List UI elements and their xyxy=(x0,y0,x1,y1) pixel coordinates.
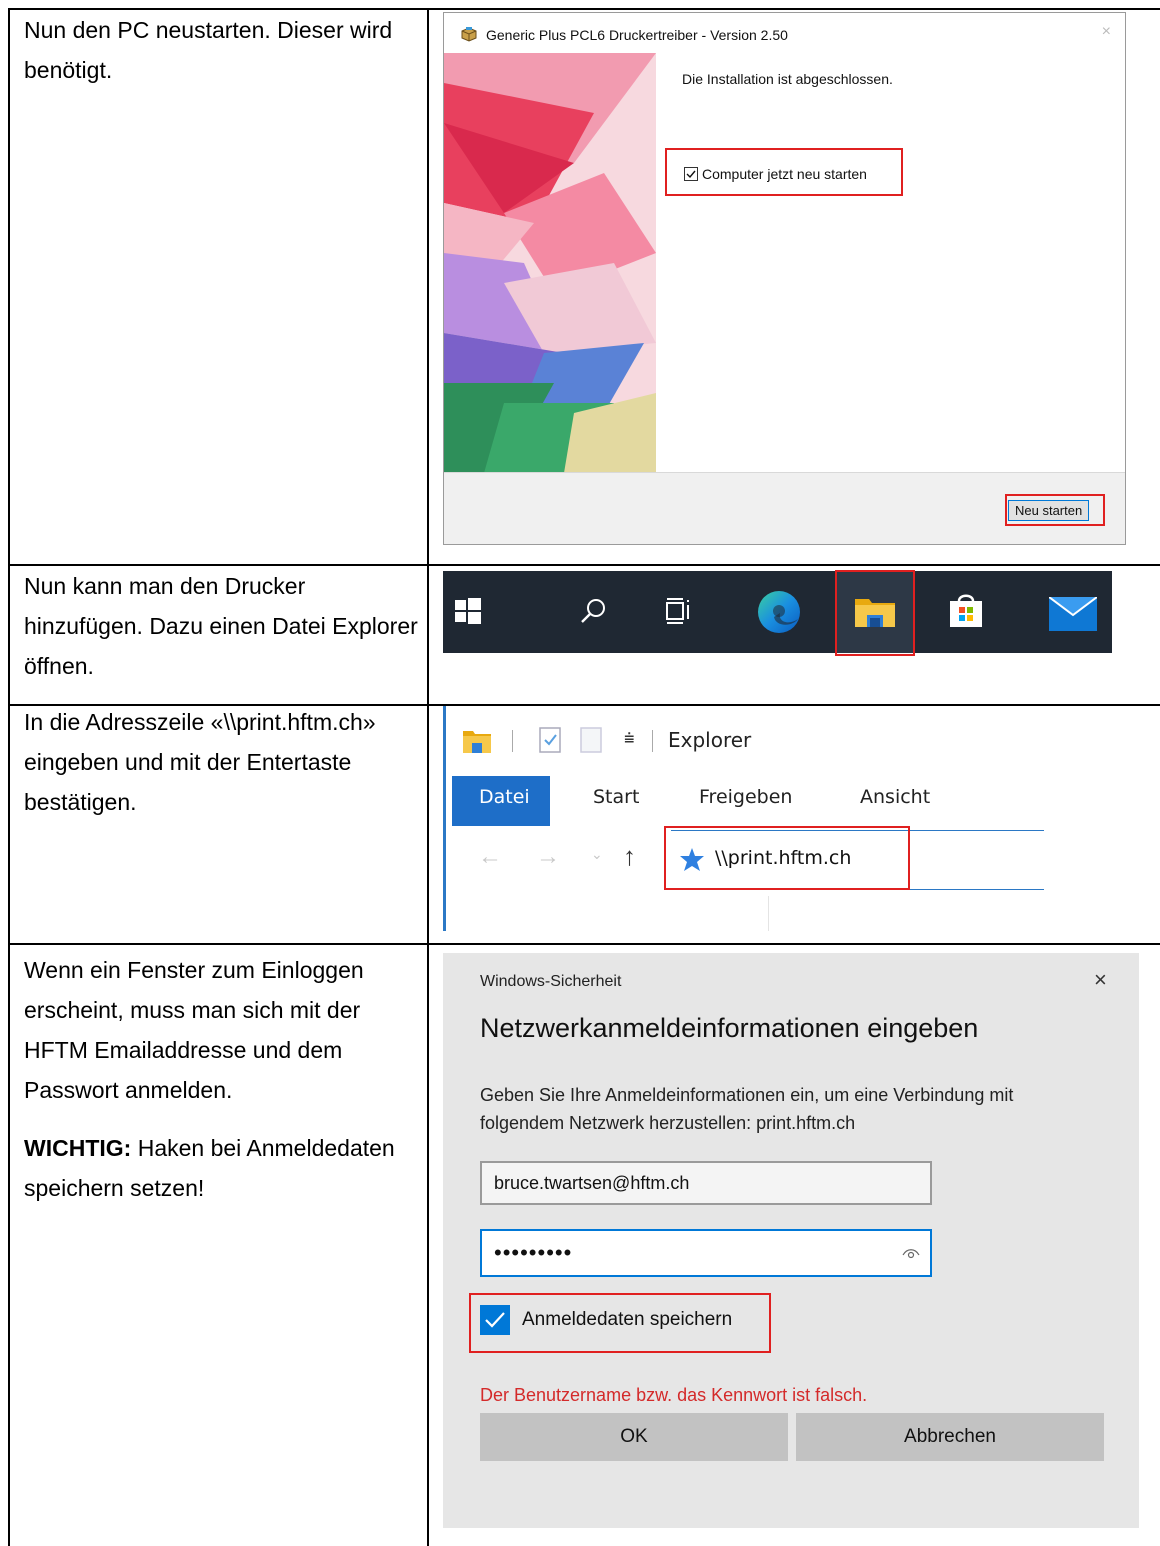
tab-ansicht[interactable]: Ansicht xyxy=(860,786,930,808)
password-field[interactable]: ••••••••• xyxy=(480,1229,932,1277)
installer-package-icon xyxy=(461,27,477,42)
security-description: Geben Sie Ihre Anmeldeinformationen ein,… xyxy=(480,1085,1014,1133)
error-message: Der Benutzername bzw. das Kennwort ist f… xyxy=(480,1385,868,1405)
step-2-paragraph: Nun kann man den Drucker hinzufügen. Daz… xyxy=(24,573,418,679)
step-3-text: In die Adresszeile «\\print.hftm.ch» ein… xyxy=(24,702,424,822)
installer-title: Generic Plus PCL6 Druckertreiber - Versi… xyxy=(486,27,788,43)
edge-browser-icon[interactable] xyxy=(756,589,802,635)
security-heading: Netzwerkanmeldeinformationen eingeben xyxy=(480,1013,979,1043)
task-view-icon[interactable] xyxy=(665,597,693,625)
highlight-checkbox xyxy=(665,148,903,196)
up-arrow-icon[interactable]: ↑ xyxy=(623,841,636,872)
mail-icon[interactable] xyxy=(1049,597,1097,631)
highlight-restart-button xyxy=(1005,494,1105,526)
installer-dialog: Generic Plus PCL6 Druckertreiber - Versi… xyxy=(443,12,1126,545)
cancel-button[interactable]: Abbrechen xyxy=(796,1413,1104,1461)
step-1-text: Nun den PC neustarten. Dieser wird benöt… xyxy=(24,10,424,90)
search-icon[interactable] xyxy=(579,597,607,625)
highlight-file-explorer xyxy=(835,570,915,656)
highlight-address-bar xyxy=(664,826,910,890)
installer-close-button[interactable]: × xyxy=(1102,23,1111,41)
step-2-text: Nun kann man den Drucker hinzufügen. Daz… xyxy=(24,566,424,686)
tab-start[interactable]: Start xyxy=(593,786,639,808)
forward-arrow-icon[interactable]: → xyxy=(536,843,560,871)
properties-icon[interactable] xyxy=(538,726,562,754)
tab-datei[interactable]: Datei xyxy=(452,776,550,826)
password-value: ••••••••• xyxy=(494,1240,573,1265)
table-border-middle xyxy=(427,8,429,1546)
microsoft-store-icon[interactable] xyxy=(948,591,984,629)
new-folder-icon[interactable] xyxy=(579,726,603,754)
explorer-window: ⩧ Explorer Datei Start Freigeben Ansicht… xyxy=(443,706,1044,931)
folder-icon xyxy=(463,731,491,753)
step-1-paragraph: Nun den PC neustarten. Dieser wird benöt… xyxy=(24,17,393,83)
windows-security-dialog: Windows-Sicherheit × Netzwerkanmeldeinfo… xyxy=(443,953,1139,1528)
recent-chevron-icon[interactable]: ⌄ xyxy=(591,846,603,863)
reveal-password-icon[interactable] xyxy=(902,1247,920,1259)
pane-divider xyxy=(768,896,769,931)
installer-banner-graphic xyxy=(444,53,656,473)
step-4-paragraph: Wenn ein Fenster zum Einloggen erscheint… xyxy=(24,957,364,1103)
quick-access-dropdown-icon[interactable]: ⩧ xyxy=(624,728,635,749)
username-field[interactable]: bruce.twartsen@hftm.ch xyxy=(480,1161,932,1205)
step-4-text: Wenn ein Fenster zum Einloggen erscheint… xyxy=(24,950,424,1208)
table-border-row3 xyxy=(8,943,1160,945)
tab-datei-label: Datei xyxy=(479,786,530,808)
step-4-important: WICHTIG: Haken bei Anmeldedaten speicher… xyxy=(24,1128,424,1208)
windows-start-icon[interactable] xyxy=(455,598,481,624)
explorer-title: Explorer xyxy=(668,728,752,752)
taskbar xyxy=(443,571,1112,653)
back-arrow-icon[interactable]: ← xyxy=(478,843,502,871)
security-title: Windows-Sicherheit xyxy=(480,973,622,990)
toolbar-separator xyxy=(652,730,653,752)
tab-freigeben[interactable]: Freigeben xyxy=(699,786,792,808)
highlight-remember-credentials xyxy=(469,1293,771,1353)
important-label: WICHTIG: xyxy=(24,1135,132,1161)
security-close-button[interactable]: × xyxy=(1094,967,1107,993)
step-3-paragraph: In die Adresszeile «\\print.hftm.ch» ein… xyxy=(24,709,376,815)
toolbar-separator xyxy=(512,730,513,752)
ok-button[interactable]: OK xyxy=(480,1413,788,1461)
installer-message: Die Installation ist abgeschlossen. xyxy=(682,71,893,87)
table-border-left xyxy=(8,8,10,1546)
